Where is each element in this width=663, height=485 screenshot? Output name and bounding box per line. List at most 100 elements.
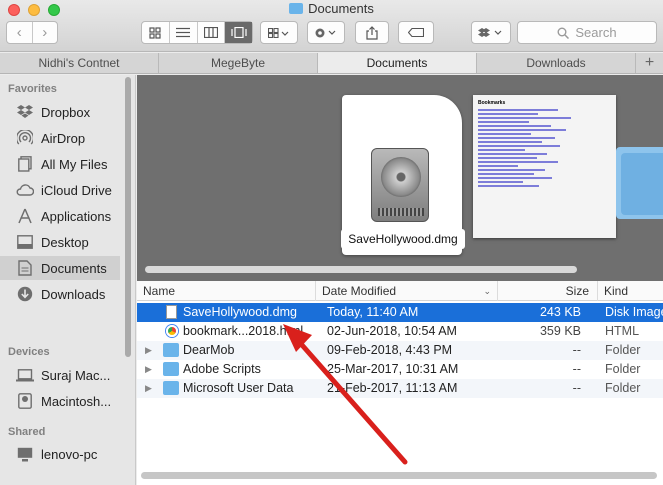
favorites-heading: Favorites [8,83,57,95]
tag-icon [408,28,424,37]
table-row[interactable]: bookmark...2018.html 02-Jun-2018, 10:54 … [137,322,663,341]
cover-flow-view-button[interactable] [224,22,252,43]
column-header-date-modified[interactable]: Date Modified ⌄ [315,281,497,301]
sidebar-item-macintosh-hd[interactable]: Macintosh... [0,389,120,413]
row-name: Adobe Scripts [183,362,261,376]
forward-button[interactable]: › [31,22,58,43]
row-name: DearMob [183,343,235,357]
row-kind: Folder [605,362,641,376]
back-button[interactable]: ‹ [7,22,32,43]
sidebar-item-label: Applications [41,208,112,224]
share-button[interactable] [355,21,389,44]
sidebar-item-label: All My Files [41,156,108,172]
action-button[interactable] [307,21,345,44]
sidebar-item-icloud-drive[interactable]: iCloud Drive [0,178,120,202]
all-files-icon [16,155,34,173]
table-row[interactable]: SaveHollywood.dmg Today, 11:40 AM 243 KB… [137,303,663,322]
desktop-icon [16,233,34,251]
row-date: 25-Mar-2017, 10:31 AM [327,362,459,376]
table-row[interactable]: ▶ Adobe Scripts 25-Mar-2017, 10:31 AM --… [137,360,663,379]
row-name: Microsoft User Data [183,381,294,395]
row-kind: HTML [605,324,640,338]
sidebar-item-label: Desktop [41,234,89,250]
document-icon [166,305,177,319]
sidebar-item-label: iCloud Drive [41,182,112,198]
list-icon [176,27,191,38]
sidebar-item-all-my-files[interactable]: All My Files [0,152,120,176]
sidebar-item-label: Suraj Mac... [41,367,111,383]
tab-megebyte[interactable]: MegeByte [159,53,318,73]
folder-icon [163,343,179,357]
sidebar-item-documents[interactable]: Documents [0,256,120,280]
sidebar-item-suraj-mac[interactable]: Suraj Mac... [0,363,120,387]
table-row[interactable]: ▶ Microsoft User Data 21-Feb-2017, 11:13… [137,379,663,398]
list-header: Name Date Modified ⌄ Size Kind [137,281,663,301]
sidebar-item-label: Macintosh... [41,393,112,409]
list-view-button[interactable] [168,22,197,43]
devices-heading: Devices [8,346,50,358]
arrange-button[interactable] [260,21,298,44]
html-page-thumbnail[interactable]: Bookmarks [473,95,616,238]
row-date: Today, 11:40 AM [327,305,419,319]
thumbnail-title: Bookmarks [478,100,506,106]
sidebar-item-dropbox[interactable]: Dropbox [0,100,120,124]
columns-icon [203,27,218,38]
disk-icon [16,392,34,410]
disclosure-triangle-icon[interactable]: ▶ [145,360,155,379]
airdrop-icon [16,129,34,147]
dropbox-icon [16,103,34,121]
row-size: -- [572,343,581,357]
sidebar-scrollbar[interactable] [125,77,131,357]
search-placeholder: Search [575,25,617,40]
edit-tags-button[interactable] [398,21,434,44]
cover-flow-icon [231,27,247,38]
cloud-icon [16,181,34,199]
column-header-name[interactable]: Name [137,281,315,301]
disclosure-triangle-icon[interactable]: ▶ [145,379,155,398]
table-row[interactable]: ▶ DearMob 09-Feb-2018, 4:43 PM -- Folder [137,341,663,360]
row-name: SaveHollywood.dmg [183,305,297,319]
column-header-kind[interactable]: Kind [597,281,663,301]
pc-icon [16,445,34,463]
sidebar-item-label: Documents [41,260,107,276]
row-kind: Disk Image [605,305,663,319]
file-list: Name Date Modified ⌄ Size Kind SaveHollyw… [137,281,663,485]
new-tab-button[interactable]: + [636,53,663,73]
row-name: bookmark...2018.html [183,324,304,338]
title-bar: Documents ‹ › Search [0,0,663,52]
row-kind: Folder [605,343,641,357]
disclosure-triangle-icon[interactable]: ▶ [145,341,155,360]
row-size: 243 KB [539,305,581,319]
dropbox-toolbar-button[interactable] [471,21,511,44]
horizontal-scrollbar[interactable] [141,472,657,479]
sidebar-item-label: lenovo-pc [41,446,98,462]
sidebar-item-lenovo-pc[interactable]: lenovo-pc [0,442,120,466]
sidebar-item-label: AirDrop [41,130,86,146]
row-date: 21-Feb-2017, 11:13 AM [327,381,458,395]
search-field[interactable]: Search [517,21,657,44]
search-icon [557,27,570,39]
tab-documents[interactable]: Documents [318,53,477,73]
sidebar-item-label: Downloads [41,286,106,302]
row-size: -- [572,381,581,395]
sidebar-item-applications[interactable]: Applications [0,204,120,228]
grid-icon [149,26,161,39]
tab-downloads[interactable]: Downloads [477,53,636,73]
folder-icon [163,381,179,395]
column-header-size[interactable]: Size [497,281,597,301]
sidebar-item-desktop[interactable]: Desktop [0,230,120,254]
column-view-button[interactable] [196,22,225,43]
folder-thumbnail[interactable] [621,153,663,215]
documents-icon [16,259,34,277]
cover-flow-preview: SaveHollywood.dmg Bookmarks [137,75,663,281]
sidebar-item-airdrop[interactable]: AirDrop [0,126,120,150]
icon-view-button[interactable] [142,22,169,43]
arrange-icon [268,27,289,38]
cover-flow-scrollbar[interactable] [145,266,577,273]
tab-nidhis-contnet[interactable]: Nidhi's Contnet [0,53,159,73]
row-size: 359 KB [539,324,581,338]
preview-file-label: SaveHollywood.dmg [341,229,465,249]
gear-icon [315,28,336,37]
dropbox-icon [478,27,502,37]
sidebar-item-downloads[interactable]: Downloads [0,282,120,306]
